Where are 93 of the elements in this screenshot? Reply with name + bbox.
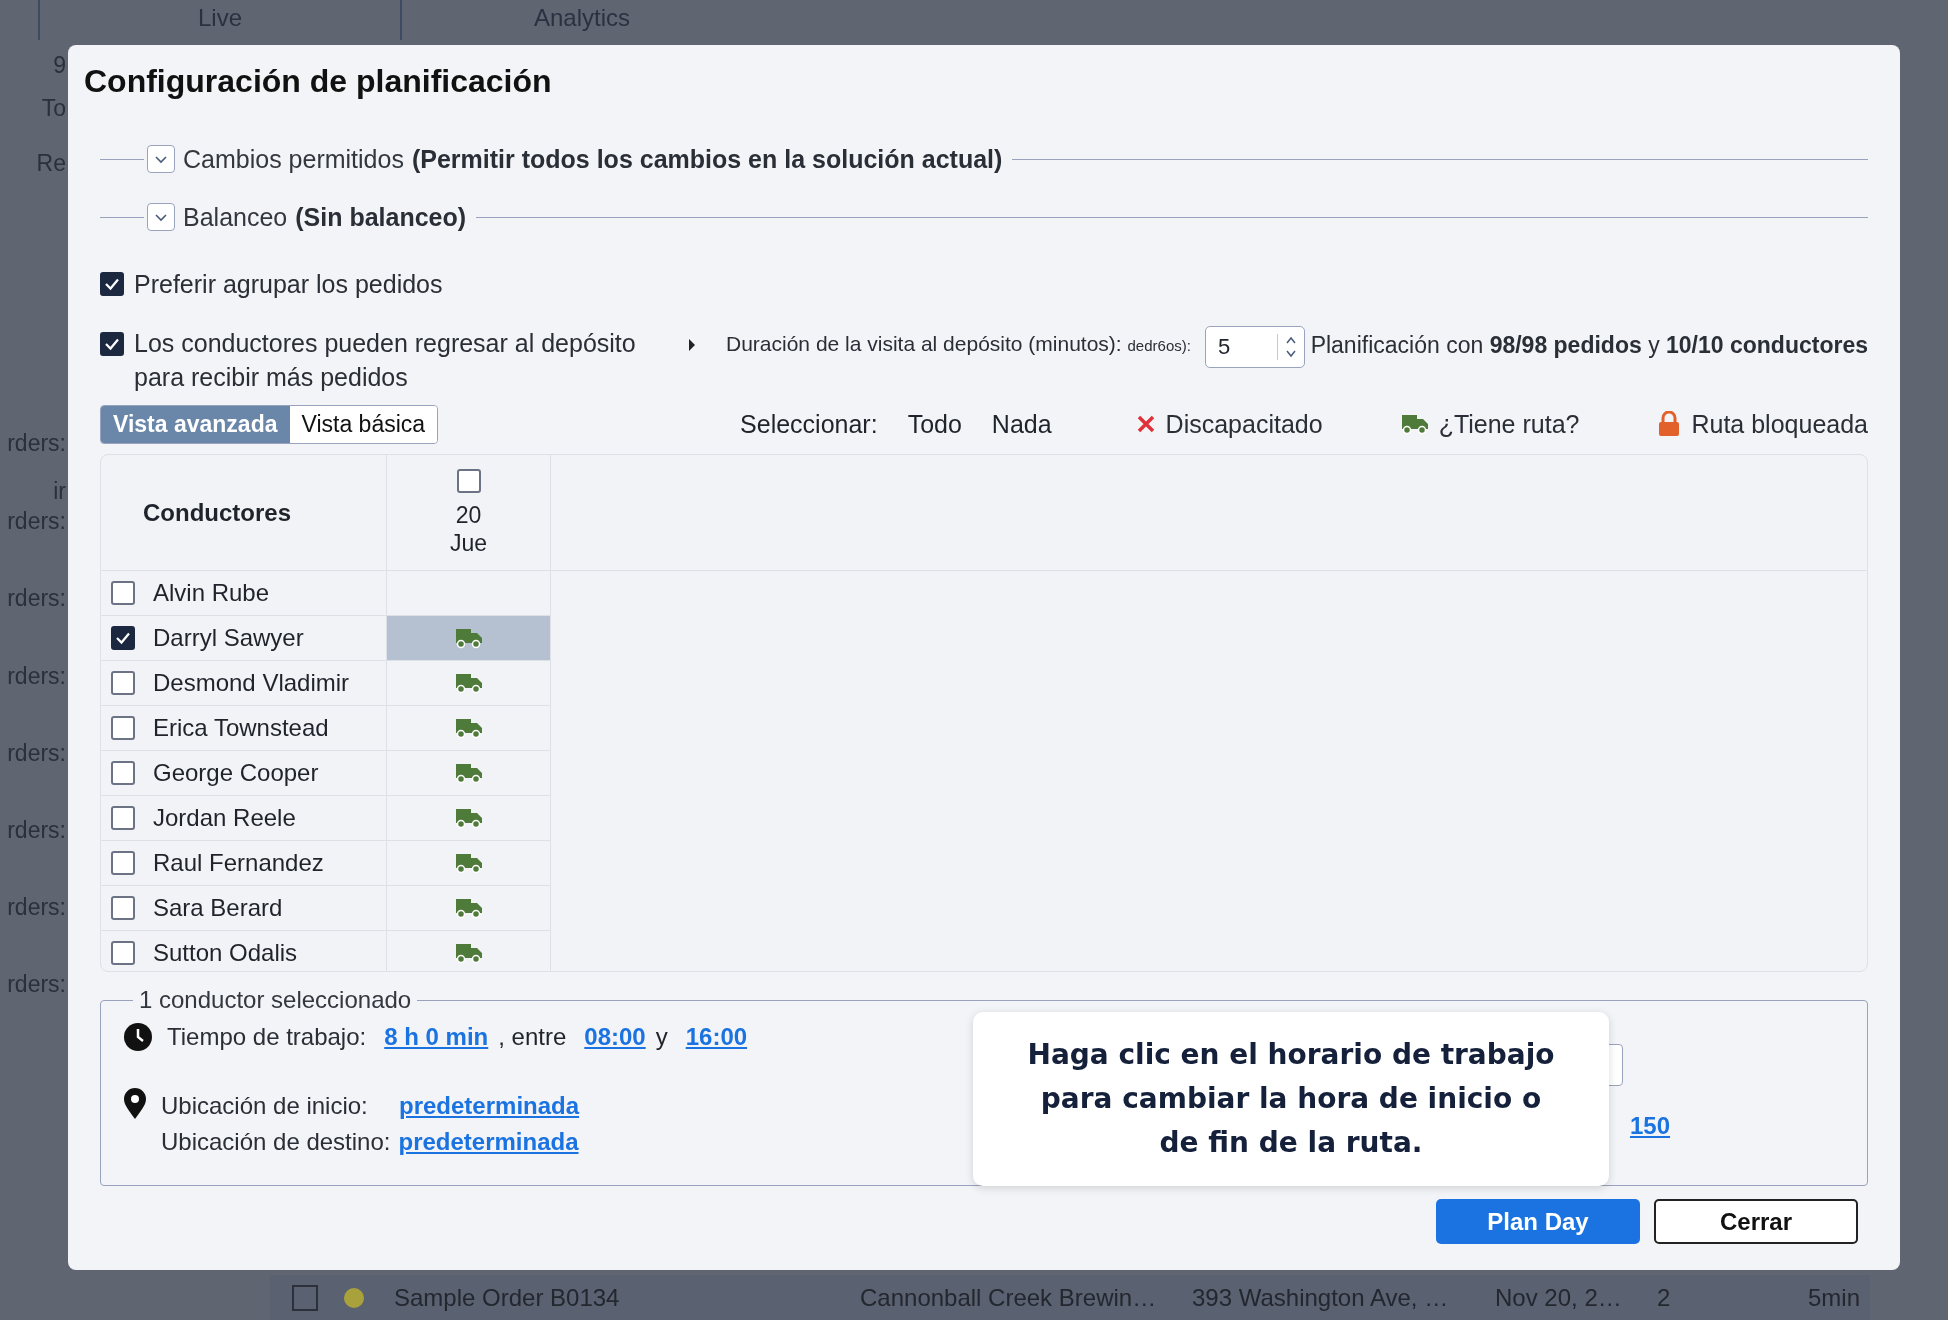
driver-name: Jordan Reele	[153, 804, 296, 832]
checkbox[interactable]	[111, 851, 135, 875]
section-value: (Sin balanceo)	[295, 202, 467, 232]
caret-icon[interactable]	[688, 338, 696, 352]
duration-link[interactable]: 8 h 0 min	[384, 1023, 489, 1051]
view-tab[interactable]: Vista avanzada	[101, 405, 290, 443]
legend-label: ¿Tiene ruta?	[1438, 409, 1580, 439]
legend-label: Ruta bloqueada	[1691, 409, 1868, 439]
table-cell: 2	[1657, 1283, 1671, 1312]
checkbox[interactable]	[100, 332, 124, 356]
table-row[interactable]: Darryl Sawyer	[101, 616, 550, 661]
panel-legend: 1 conductor seleccionado	[133, 986, 418, 1014]
driver-name: Raul Fernandez	[153, 849, 324, 877]
view-tab[interactable]: Vista básica	[289, 405, 438, 443]
column-header: Conductores	[101, 455, 387, 570]
day-header: Jue	[449, 528, 488, 557]
checkbox[interactable]	[111, 626, 135, 650]
checkbox[interactable]	[111, 716, 135, 740]
cross-icon	[1135, 414, 1156, 434]
dialog-button[interactable]: Cerrar	[1654, 1199, 1858, 1244]
table-row[interactable]: George Cooper	[101, 751, 550, 796]
side-label: 9	[52, 52, 66, 79]
side-label: rders:	[6, 508, 66, 535]
checkbox[interactable]	[111, 806, 135, 830]
checkbox[interactable]	[100, 272, 124, 296]
field-label: Tiempo de trabajo:	[167, 1023, 367, 1051]
between-text: , entre	[498, 1023, 567, 1051]
tooltip: Haga clic en el horario de trabajo para cambiar la hora de inicio o de fin de la ruta.	[973, 1012, 1609, 1186]
truck-icon	[1400, 413, 1429, 435]
checkbox[interactable]	[111, 671, 135, 695]
lock-icon	[1657, 411, 1682, 437]
side-label: rders:	[6, 585, 66, 612]
select-link[interactable]: Nada	[991, 409, 1052, 439]
option-label: Los conductores pueden regresar al depósito para recibir más pedidos	[134, 328, 637, 393]
summary-text: Planificación con 98/98 pedidos y 10/10 conductores	[1310, 332, 1868, 359]
table-cell: 5min	[1808, 1283, 1861, 1312]
field-label: Ubicación de inicio:	[161, 1092, 369, 1120]
field-label: Duración de la visita al depósito (minutos): dedr6os):	[726, 332, 1191, 356]
checkbox[interactable]	[111, 581, 135, 605]
start-time-link[interactable]: 08:00	[584, 1023, 646, 1051]
side-label: rders:	[6, 663, 66, 690]
section-label[interactable]: Cambios permitidos	[183, 144, 404, 174]
chevron-icon[interactable]	[147, 203, 175, 231]
end-time-link[interactable]: 16:00	[685, 1023, 748, 1051]
value-link[interactable]: 150	[1630, 1112, 1671, 1140]
table-row[interactable]: Sara Berard	[101, 886, 550, 931]
checkbox[interactable]	[111, 896, 135, 920]
checkbox[interactable]	[111, 761, 135, 785]
driver-name: Sara Berard	[153, 894, 283, 922]
driver-name: Desmond Vladimir	[153, 669, 350, 697]
table-row[interactable]: Sutton Odalis	[101, 931, 550, 971]
driver-name: George Cooper	[153, 759, 319, 787]
day-header: 20	[455, 500, 482, 529]
select-label: Seleccionar:	[740, 409, 878, 439]
selected-day-cell[interactable]	[387, 616, 550, 660]
table-row[interactable]: Erica Townstead	[101, 706, 550, 751]
end-location-link[interactable]: predeterminada	[398, 1128, 579, 1156]
driver-name: Erica Townstead	[153, 714, 329, 742]
number-field[interactable]: 5	[1204, 326, 1305, 368]
side-label: Re	[35, 150, 66, 177]
table-row[interactable]: Desmond Vladimir	[101, 661, 550, 706]
dialog-button[interactable]: Plan Day	[1436, 1199, 1640, 1244]
table-cell: Sample Order B0134	[394, 1283, 620, 1312]
legend-label: Discapacitado	[1165, 409, 1323, 439]
side-label: rders:	[6, 971, 66, 998]
dialog-title: Configuración de planificación	[84, 63, 553, 100]
table-row[interactable]: Raul Fernandez	[101, 841, 550, 886]
location-pin-icon	[123, 1088, 147, 1120]
table-cell: 393 Washington Ave, …	[1192, 1283, 1449, 1312]
field-label: Ubicación de destino:	[161, 1128, 391, 1156]
section-label[interactable]: Balanceo	[183, 202, 288, 232]
side-label: rders:	[6, 817, 66, 844]
checkbox[interactable]	[292, 1284, 318, 1311]
checkbox[interactable]	[111, 941, 135, 965]
side-label: To	[40, 95, 66, 122]
chevron-icon[interactable]	[147, 145, 175, 173]
table-cell: Cannonball Creek Brewin…	[860, 1283, 1157, 1312]
start-location-link[interactable]: predeterminada	[399, 1092, 580, 1120]
side-label: ir	[52, 478, 66, 505]
driver-name: Darryl Sawyer	[153, 624, 304, 652]
table-cell: Nov 20, 2…	[1495, 1283, 1622, 1312]
table-row[interactable]: Jordan Reele	[101, 796, 550, 841]
and-text: y	[655, 1023, 668, 1051]
checkbox[interactable]	[456, 468, 481, 493]
side-label: rders:	[6, 894, 66, 921]
section-value: (Permitir todos los cambios en la solución actual)	[411, 144, 1003, 174]
side-label: rders:	[6, 430, 66, 457]
option-label: Preferir agrupar los pedidos	[134, 269, 443, 299]
select-link[interactable]: Todo	[907, 409, 962, 439]
clock-icon	[123, 1022, 153, 1052]
side-label: rders:	[6, 740, 66, 767]
driver-name: Sutton Odalis	[153, 939, 298, 967]
driver-name: Alvin Rube	[153, 579, 270, 607]
